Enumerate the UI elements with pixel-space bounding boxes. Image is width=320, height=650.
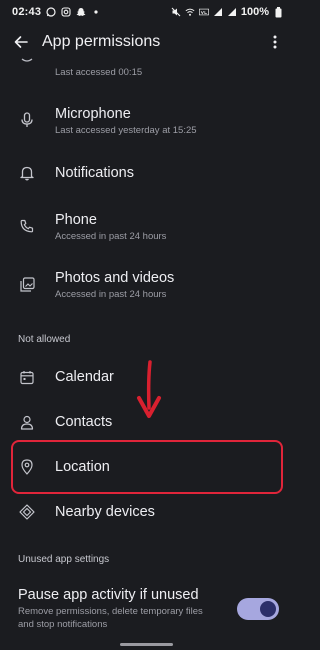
permission-item-title: Notifications xyxy=(55,165,134,181)
status-left: 02:43 xyxy=(12,6,101,18)
bell-icon xyxy=(19,165,35,181)
permission-item-microphone[interactable]: Microphone Last accessed yesterday at 15… xyxy=(0,100,293,140)
battery-icon xyxy=(273,6,283,17)
permission-item-photos-videos[interactable]: Photos and videos Accessed in past 24 ho… xyxy=(0,264,293,304)
back-button[interactable] xyxy=(8,29,34,55)
battery-percent: 100% xyxy=(240,6,269,18)
status-right: 100% xyxy=(171,6,283,18)
pause-title: Pause app activity if unused xyxy=(18,587,199,603)
app-bar: App permissions xyxy=(0,24,293,60)
permission-item-subtitle: Accessed in past 24 hours xyxy=(55,289,167,300)
status-bar: 02:43 100% xyxy=(0,0,293,24)
snapchat-icon xyxy=(76,7,86,17)
status-time: 02:43 xyxy=(12,6,42,18)
permission-item-title: Contacts xyxy=(55,414,113,430)
volte-icon xyxy=(198,7,209,17)
more-vert-icon xyxy=(273,35,277,49)
permission-item-nearby-devices[interactable]: Nearby devices xyxy=(0,497,293,527)
wifi-icon xyxy=(185,7,195,17)
nearby-icon xyxy=(19,504,35,520)
signal2-icon xyxy=(227,7,237,17)
person-icon xyxy=(19,414,35,430)
permission-item-subtitle: Last accessed 00:15 xyxy=(55,67,143,78)
gesture-nav-handle[interactable] xyxy=(120,643,173,646)
mic-icon xyxy=(19,112,35,128)
instagram-icon xyxy=(61,7,71,17)
partial-icon xyxy=(19,54,35,70)
arrow-left-icon xyxy=(14,36,28,48)
page-title: App permissions xyxy=(42,33,161,50)
section-header-not-allowed: Not allowed xyxy=(18,334,71,345)
permission-item-phone[interactable]: Phone Accessed in past 24 hours xyxy=(0,206,293,246)
whatsapp-icon xyxy=(46,7,56,17)
dot-icon xyxy=(91,7,101,17)
permission-item-title: Calendar xyxy=(55,369,114,385)
permission-item-partial[interactable]: Last accessed 00:15 xyxy=(0,58,293,82)
permission-item-subtitle: Accessed in past 24 hours xyxy=(55,231,167,242)
pause-toggle[interactable] xyxy=(237,598,279,620)
mute-icon xyxy=(171,7,181,17)
calendar-icon xyxy=(19,369,35,385)
signal-icon xyxy=(213,7,223,17)
toggle-knob xyxy=(260,601,276,617)
pause-subtitle-line2: and stop notifications xyxy=(18,619,108,630)
section-header-unused-app-settings: Unused app settings xyxy=(18,554,110,565)
permission-item-notifications[interactable]: Notifications xyxy=(0,158,293,188)
more-options-button[interactable] xyxy=(265,29,285,55)
red-arrow-annotation xyxy=(137,360,161,418)
permission-item-title: Nearby devices xyxy=(55,504,155,520)
permission-item-title: Photos and videos xyxy=(55,270,175,286)
pause-subtitle-line1: Remove permissions, delete temporary fil… xyxy=(18,606,203,617)
permissions-list: Last accessed 00:15 Microphone Last acce… xyxy=(0,58,293,650)
permission-item-subtitle: Last accessed yesterday at 15:25 xyxy=(55,125,197,136)
permission-item-title: Phone xyxy=(55,212,97,228)
photos-icon xyxy=(19,276,35,292)
highlight-box xyxy=(11,440,283,494)
phone-icon xyxy=(19,218,35,234)
permission-item-title: Microphone xyxy=(55,106,131,122)
